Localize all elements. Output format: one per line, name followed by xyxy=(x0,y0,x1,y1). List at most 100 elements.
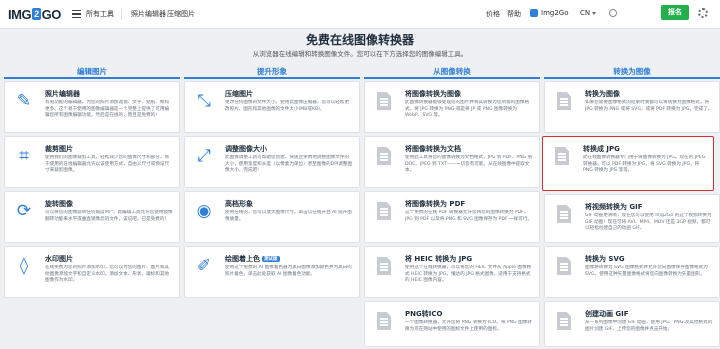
card-title: 将图像转换为文档 xyxy=(405,145,461,153)
card-description: 如果您需要图像格式的结果时我都可以将转换为图像格式，将 JPG 转换为 PNG … xyxy=(585,100,713,112)
card-description: 使用我们的图像裁剪工具，轻松减少您的图像尺寸和部分，易于使用的在线编辑器允许以该… xyxy=(45,155,170,173)
logo-text-c: GO xyxy=(41,6,62,22)
logo-text-b: 2 xyxy=(32,8,41,20)
card-title: 将 HEIC 转换为 JPG xyxy=(405,255,473,263)
document-icon xyxy=(373,255,395,277)
magic-wand-icon: ✎ xyxy=(16,90,32,111)
card-title: 转换成 JPG xyxy=(583,145,620,153)
document-icon xyxy=(373,90,395,112)
tool-card-image-to-image[interactable]: 将图像转换为图像 此图像转换器能够处理您的图片并将其转换为您所需的图像格式，将 … xyxy=(364,81,540,133)
card-title: 将图像转换为 PDF xyxy=(405,200,466,208)
chevron-down-icon xyxy=(592,12,596,15)
language-selector[interactable]: CN xyxy=(580,9,590,17)
tool-card-rotate-image[interactable]: ⟳ 旋转图像 可以将您的图像旋转任何角度90°，此编辑工具允许您使用镜像翻转功能… xyxy=(4,191,180,243)
card-description: 在线免费为您的照片添加水印，您可以为您的图片、图片和其他图像添加文字和自定义水印… xyxy=(45,265,170,283)
card-description: 有限功能的编辑器，为您的照片添加滤镜、文字、贴纸、帧和更多。这个易于使用的图像编… xyxy=(45,100,170,118)
register-button[interactable]: 报名 xyxy=(661,5,689,20)
card-description: 此在线图像转换器专门用于将图像转换为 JPG。现在的 JPEG 转换器，可以 P… xyxy=(583,155,706,173)
card-title: 高档形象 xyxy=(225,200,253,208)
document-icon xyxy=(373,145,395,167)
card-description: 使用这个免费的 AI 图像着色器为黑白图像添加颜色并为黑白的照片着色。单击此处获… xyxy=(225,265,352,277)
card-description: 更改任何图像的文件大小，使用此图像压缩器，您可以轻松更改照片、图形和其他图像的文… xyxy=(225,100,350,112)
tool-card-image-to-pdf[interactable]: 将图像转换为 PDF 这个免费的在线 PDF 转换器允许您将您的图像转换为 PD… xyxy=(364,191,540,243)
user-icon[interactable] xyxy=(609,9,617,17)
menu-icon[interactable] xyxy=(72,10,81,18)
crop-icon: ⌗ xyxy=(19,145,29,166)
card-title: 裁剪图片 xyxy=(45,145,73,153)
card-title: 创建动画 GIF xyxy=(585,310,629,318)
img2go-logo[interactable]: IMG 2 GO xyxy=(8,6,61,22)
card-description: 使用在线的，您可以放大图像尺寸。单击以在线开启 AI 提升图像质量。 xyxy=(225,210,352,222)
tool-card-heic-to-jpg[interactable]: 将 HEIC 转换为 JPG 使用这个在线转换器，可以将您的 HEIC 文件从 … xyxy=(364,246,540,298)
beta-badge: 测试版 xyxy=(262,256,280,262)
card-title: 压缩图片 xyxy=(225,90,253,98)
tool-card-resize-image[interactable]: ⤢ 调整图像大小 此图像调整工具可帮助您创建、快速且免费地调整图像文件的大小，使… xyxy=(184,136,360,188)
card-title: 将视频转换为 GIF xyxy=(585,203,643,211)
nav-photo-editor[interactable]: 照片编辑器 xyxy=(131,9,166,19)
card-description: 可以将您的图像旋转任何角度90°，此编辑工具允许您使用镜像翻转功能来水平或垂直镜… xyxy=(45,210,173,222)
card-title: 转换为 SVG xyxy=(585,255,625,263)
tool-card-convert-to-jpg[interactable]: 转换成 JPG 此在线图像转换器专门用于将图像转换为 JPG。现在的 JPEG … xyxy=(542,136,714,191)
gear-icon[interactable] xyxy=(698,8,708,18)
tool-card-image-to-document[interactable]: 将图像转换为文档 使用此工具将您的图像转换为文档格式，JPG 到 PDF、PNG… xyxy=(364,136,540,188)
document-icon xyxy=(553,255,575,277)
document-icon xyxy=(373,200,395,222)
drop-icon: ◊ xyxy=(19,255,29,276)
card-description: GIF 动画更清晰，现在您可以使用 Img2Go 的这个视频转换为 GIF 动图… xyxy=(585,213,712,231)
card-description: 使用这个在线转换器，可以将您的 HEIC 文件从 Apple 图像格式 HEIC… xyxy=(405,265,532,283)
card-title: 照片编辑器 xyxy=(45,90,80,98)
tool-card-colorize-image[interactable]: ✐ 绘图着上色 测试版 使用这个免费的 AI 图像着色器为黑白图像添加颜色并为黑白… xyxy=(184,246,360,298)
document-icon xyxy=(551,145,573,167)
column-underline xyxy=(364,77,540,79)
column-heading-to-image: 转换为图像 xyxy=(613,67,651,76)
column-heading-enhance: 提升形象 xyxy=(257,67,287,76)
column-heading-from-image: 从图像转换 xyxy=(433,67,471,76)
card-title: 将图像转换为图像 xyxy=(405,90,461,98)
card-description: 这个免费的在线 PDF 转换器允许您将您的图像转换为 PDF，JPG 到 PDF… xyxy=(405,210,533,222)
column-underline xyxy=(4,77,180,79)
tool-card-video-to-gif[interactable]: 将视频转换为 GIF GIF 动画更清晰，现在您可以使用 Img2Go 的这个视… xyxy=(544,194,720,243)
card-title: 调整图像大小 xyxy=(225,145,267,153)
card-description: 图像将转换为 SVG 图像格式并允许您向图像保存图像格式为 SVG。使用这种矢量… xyxy=(585,265,708,277)
document-icon xyxy=(553,90,575,112)
tool-card-create-gif[interactable]: 创建动画 GIF 从一系列图像中创建 GIF 动画，使用 JPG、PNG 及其他… xyxy=(544,301,720,347)
divider xyxy=(121,8,122,20)
nav-help[interactable]: 帮助 xyxy=(507,9,521,19)
card-description: 此图像转换器能够处理您的图片并将其转换为您所需的图像格式，将 JPG 转换为 P… xyxy=(405,100,530,118)
card-title: PNG转ICO xyxy=(405,310,443,318)
column-underline xyxy=(184,77,360,79)
compress-icon: ⤡ xyxy=(197,90,211,111)
card-title: 旋转图像 xyxy=(45,200,73,208)
tool-card-png-to-ico[interactable]: PNG转ICO 一个图像转换器，允许您将 PNG 转换为 ICO。将 PNG 图… xyxy=(364,301,540,347)
logo-text-a: IMG xyxy=(8,6,32,22)
tool-card-convert-to-svg[interactable]: 转换为 SVG 图像将转换为 SVG 图像格式并允许您向图像保存图像格式为 SV… xyxy=(544,246,720,298)
document-icon xyxy=(553,310,575,332)
nav-pricing[interactable]: 价格 xyxy=(486,9,500,19)
tool-card-compress-image[interactable]: ⤡ 压缩图片 更改任何图像的文件大小，使用此图像压缩器，您可以轻松更改照片、图形… xyxy=(184,81,360,133)
page-subtitle: 从浏览器在线编辑和转换图像文件。您可以在下方选择您的图像编辑工具。 xyxy=(252,50,468,58)
card-description: 从一系列图像中创建 GIF 动画，使用 JPG、PNG 及其他格式的图片创建 G… xyxy=(585,320,713,332)
document-icon xyxy=(553,203,575,225)
card-description: 一个图像转换器，允许您将 PNG 转换为 ICO。将 PNG 图像转换为可在网站… xyxy=(405,320,532,332)
card-title: 水印图片 xyxy=(45,255,73,263)
page-title: 免费在线图像转换器 xyxy=(305,33,414,47)
tool-card-upscale-image[interactable]: ◉ 高档形象 使用在线的，您可以放大图像尺寸。单击以在线开启 AI 提升图像质量… xyxy=(184,191,360,243)
nav-img2go[interactable]: Img2Go xyxy=(541,9,569,17)
card-title: 转换为图像 xyxy=(585,90,620,98)
rotate-icon: ⟳ xyxy=(16,200,32,221)
card-description: 此图像调整工具可帮助您创建、快速且免费地调整图像文件的大小，使用宽度和长度（以像… xyxy=(225,155,353,173)
img2go-app-icon xyxy=(530,9,538,17)
tool-card-crop-image[interactable]: ⌗ 裁剪图片 使用我们的图像裁剪工具，轻松减少您的图像尺寸和部分，易于使用的在线… xyxy=(4,136,180,188)
card-description: 使用此工具将您的图像转换为文档格式，JPG 到 PDF、PNG 到 DOC、JP… xyxy=(405,155,533,173)
top-header: IMG 2 GO 所有工具 照片编辑器 压缩图片 价格 帮助 Img2Go CN 报… xyxy=(0,0,720,29)
nav-compress-image[interactable]: 压缩图片 xyxy=(167,9,195,19)
card-title-text: 绘图着上色 xyxy=(225,255,260,263)
column-heading-edit: 编辑图片 xyxy=(77,67,107,76)
tool-card-watermark-image[interactable]: ◊ 水印图片 在线免费为您的照片添加水印，您可以为您的图片、图片和其他图像添加文… xyxy=(4,246,180,298)
resize-icon: ⤢ xyxy=(197,145,211,166)
paint-brush-icon: ✐ xyxy=(196,255,212,276)
tool-card-convert-to-image[interactable]: 转换为图像 如果您需要图像格式的结果时我都可以将转换为图像格式，将 JPG 转换… xyxy=(544,81,720,133)
column-underline xyxy=(544,77,720,79)
tool-card-photo-editor[interactable]: ✎ 照片编辑器 有限功能的编辑器，为您的照片添加滤镜、文字、贴纸、帧和更多。这个… xyxy=(4,81,180,133)
document-icon xyxy=(373,310,395,332)
